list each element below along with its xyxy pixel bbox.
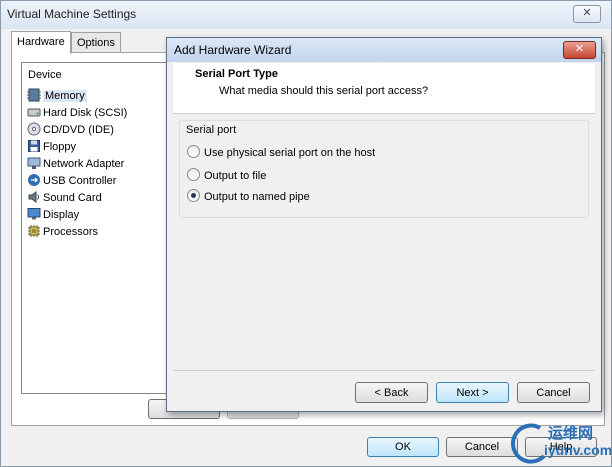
radio-button[interactable] [187,168,200,181]
floppy-icon [28,140,40,152]
wizard-cancel-button[interactable]: Cancel [517,382,590,403]
device-label: USB Controller [43,175,117,187]
radio-physical-serial-port[interactable]: Use physical serial port on the host [187,145,375,161]
radio-label: Use physical serial port on the host [204,147,376,159]
close-button[interactable]: ✕ [573,5,601,23]
device-item-sound-card[interactable]: Sound Card [27,190,102,206]
device-label: Processors [43,226,99,238]
sound-card-icon [28,191,39,203]
radio-label: Output to named pipe [204,191,310,203]
ok-button[interactable]: OK [367,437,439,457]
usb-icon [28,174,40,186]
wizard-subheading: What media should this serial port acces… [219,85,429,97]
radio-button-selected[interactable] [187,189,200,202]
device-item-usb-controller[interactable]: USB Controller [27,173,116,189]
device-item-floppy[interactable]: Floppy [27,139,76,155]
device-item-network-adapter[interactable]: Network Adapter [27,156,124,172]
display-icon [27,208,41,220]
wizard-close-button[interactable]: ✕ [563,41,596,59]
cd-dvd-icon [27,122,41,136]
radio-output-to-named-pipe[interactable]: Output to named pipe [187,189,310,205]
radio-label: Output to file [204,170,267,182]
device-column-header[interactable]: Device [28,69,62,81]
device-list: Device Memory Hard Disk (SCSI) CD/DVD (I… [21,62,183,394]
next-button[interactable]: Next > [436,382,509,403]
tab-hardware[interactable]: Hardware [11,31,71,54]
watermark-text: 运维网 [548,425,594,442]
device-label: CD/DVD (IDE) [43,124,114,136]
site-watermark: 运维网 iyunv.com [508,420,612,467]
divider [173,370,595,371]
device-item-memory[interactable]: Memory [27,88,87,104]
radio-output-to-file[interactable]: Output to file [187,168,266,184]
device-item-hard-disk[interactable]: Hard Disk (SCSI) [27,105,127,121]
device-item-cd-dvd[interactable]: CD/DVD (IDE) [27,122,114,138]
processor-icon [28,225,40,237]
serial-port-group: Serial port Use physical serial port on … [179,120,589,218]
device-label: Display [43,209,80,221]
radio-button[interactable] [187,145,200,158]
device-item-processors[interactable]: Processors [27,224,98,240]
add-hardware-wizard-dialog: Add Hardware Wizard ✕ Serial Port Type W… [166,37,602,412]
wizard-header: Serial Port Type What media should this … [173,63,595,114]
device-label: Sound Card [43,192,102,204]
device-item-display[interactable]: Display [27,207,79,223]
tab-options[interactable]: Options [71,32,121,53]
back-button[interactable]: < Back [355,382,428,403]
window-title: Virtual Machine Settings [7,7,137,21]
wizard-heading: Serial Port Type [195,68,278,80]
network-adapter-icon [27,157,41,169]
watermark-domain: iyunv.com [544,442,612,458]
device-label: Network Adapter [43,158,125,170]
device-label: Memory [43,90,87,102]
device-label: Floppy [43,141,77,153]
memory-icon [27,88,41,102]
wizard-title: Add Hardware Wizard [174,43,292,57]
serial-port-group-label: Serial port [186,124,237,136]
device-label: Hard Disk (SCSI) [43,107,128,119]
hard-disk-icon [27,108,41,117]
wizard-title-bar: Add Hardware Wizard ✕ [167,38,601,62]
title-bar: Virtual Machine Settings ✕ [1,1,611,29]
